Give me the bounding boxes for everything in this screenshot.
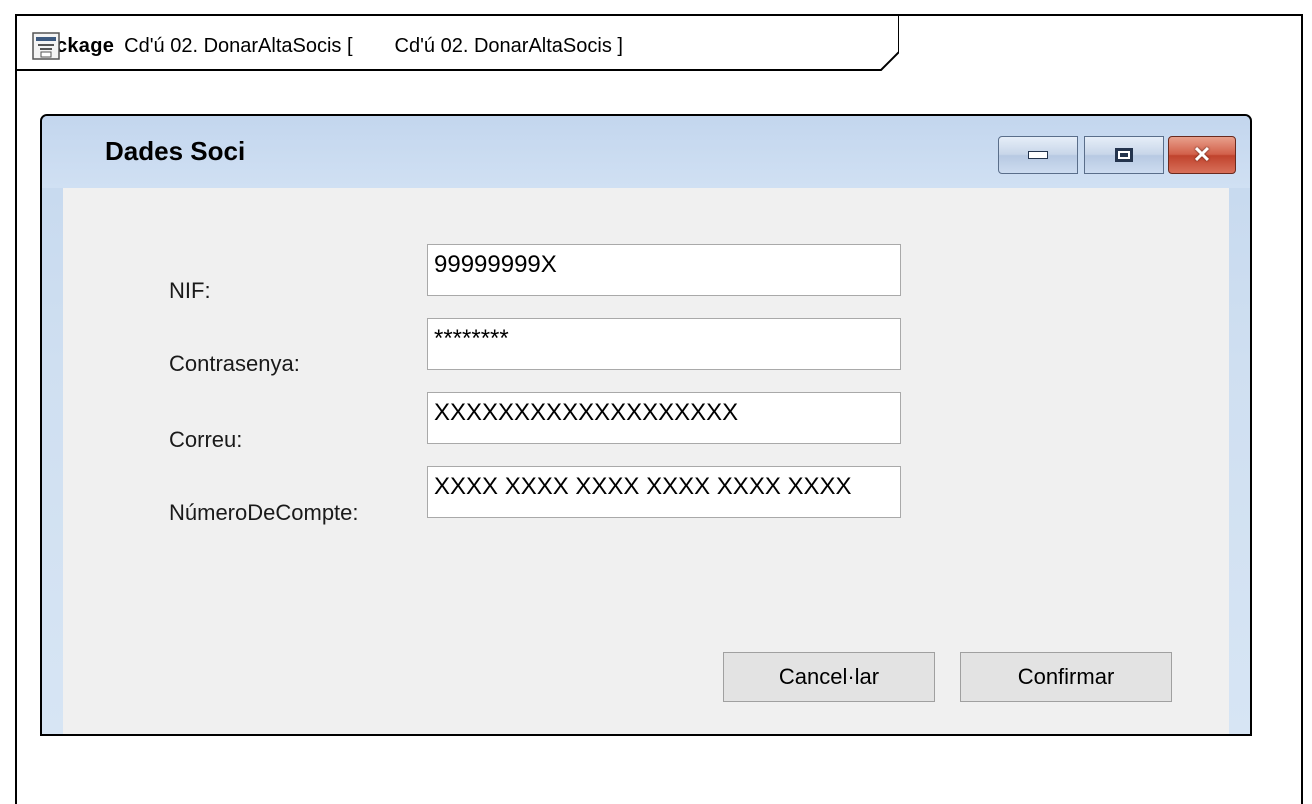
maximize-icon (1115, 148, 1133, 162)
numero-de-compte-label: NúmeroDeCompte: (169, 500, 359, 525)
frame-diagram-name: Cd'ú 02. DonarAltaSocis ] (394, 34, 623, 57)
form-panel: NIF: 99999999X Contrasenya: ******** Cor… (63, 188, 1229, 734)
package-frame: package Cd'ú 02. DonarAltaSocis [ Cd'ú 0… (15, 14, 1303, 804)
nif-field[interactable]: 99999999X (427, 244, 901, 296)
frame-header: package Cd'ú 02. DonarAltaSocis [ Cd'ú 0… (32, 32, 623, 60)
cancel-button[interactable]: Cancel·lar (723, 652, 935, 702)
nif-label: NIF: (169, 278, 211, 303)
window-title: Dades Soci (105, 136, 246, 166)
close-button[interactable]: ✕ (1168, 136, 1236, 174)
correu-label: Correu: (169, 427, 243, 452)
dades-soci-window: Dades Soci ✕ NIF: 99999999X Contrasenya:… (40, 114, 1252, 736)
frame-header-tab: package Cd'ú 02. DonarAltaSocis [ Cd'ú 0… (15, 14, 899, 72)
window-titlebar[interactable]: Dades Soci ✕ (42, 116, 1250, 188)
numero-de-compte-field[interactable]: XXXX XXXX XXXX XXXX XXXX XXXX (427, 466, 901, 518)
correu-field[interactable]: XXXXXXXXXXXXXXXXXXX (427, 392, 901, 444)
contrasenya-field[interactable]: ******** (427, 318, 901, 370)
close-icon: ✕ (1192, 142, 1212, 167)
maximize-button[interactable] (1084, 136, 1164, 174)
minimize-icon (1028, 151, 1048, 159)
minimize-button[interactable] (998, 136, 1078, 174)
contrasenya-label: Contrasenya: (169, 351, 300, 376)
frame-name: Cd'ú 02. DonarAltaSocis [ (124, 34, 353, 57)
confirm-button[interactable]: Confirmar (960, 652, 1172, 702)
diagram-icon (32, 32, 387, 60)
